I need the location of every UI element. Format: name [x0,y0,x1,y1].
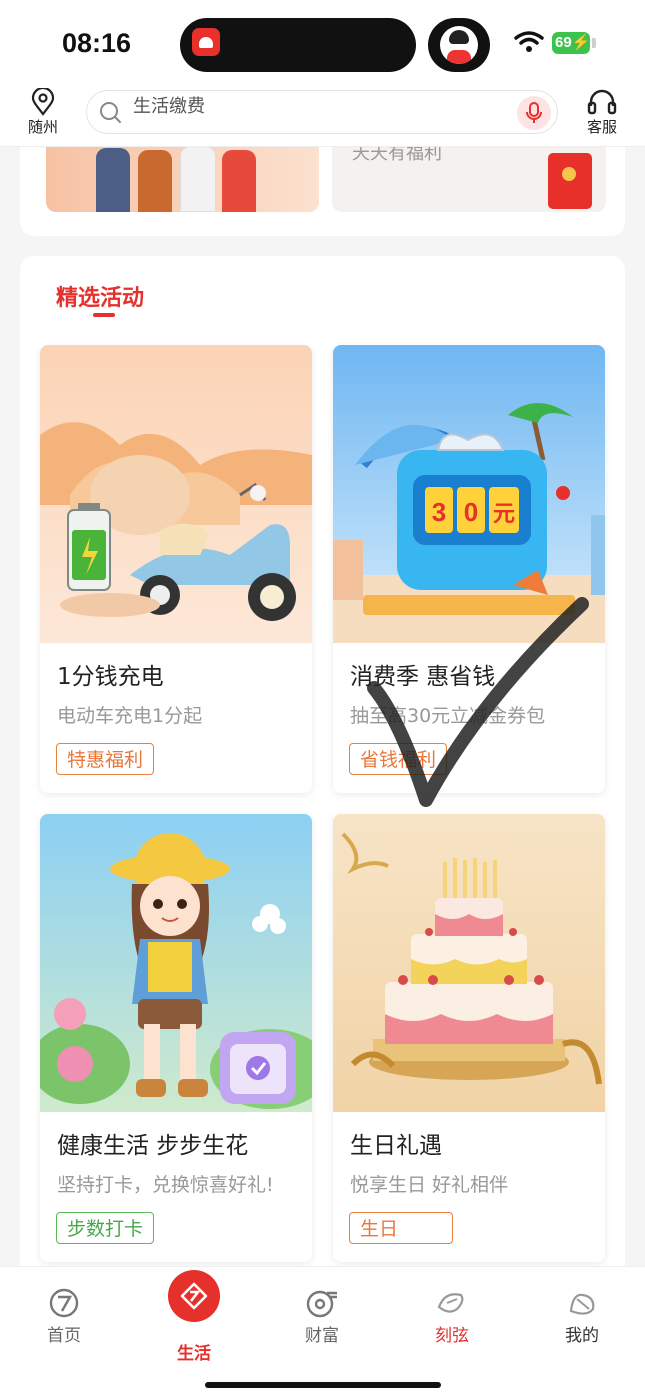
card-title: 生日礼遇 [350,1133,442,1159]
girl-walking-illustration [40,814,312,1112]
title-underline [93,313,115,317]
card-title: 健康生活 步步生花 [57,1133,249,1159]
search-bar[interactable]: 生活缴费 [86,90,558,134]
card-subtitle: 坚持打卡，兑换惊喜好礼! [57,1174,274,1196]
customer-service-button[interactable]: 客服 [582,88,622,137]
top-header: 随州 生活缴费 客服 [0,88,645,147]
card-subtitle: 抽至高30元立减金券包 [350,705,546,727]
card-tag: 生日 [349,1212,453,1244]
service-label: 客服 [586,118,617,136]
search-icon [100,102,121,123]
profile-icon [569,1293,595,1315]
nav-label: 首页 [47,1326,81,1346]
welfare-banner[interactable]: 天天有福利 [332,147,606,212]
nav-wealth[interactable]: 财富 [282,1287,362,1346]
birthday-cake-illustration [333,814,605,1112]
app-icon [192,28,220,56]
svg-text:3: 3 [432,497,446,527]
activity-card-birthday[interactable]: 生日礼遇 悦享生日 好礼相伴 生日 [333,814,605,1262]
bottom-navigation: 首页 生活 财富 刻弦 我的 [0,1266,645,1399]
activity-card-charging[interactable]: 1分钱充电 电动车充电1分起 特惠福利 [40,345,312,793]
svg-text:0: 0 [464,497,478,527]
welfare-banner-text: 天天有福利 [352,147,442,164]
microphone-icon [526,102,542,123]
red-packet-icon [548,153,592,209]
card-subtitle: 悦享生日 好礼相伴 [350,1174,509,1196]
featured-activities-section: 精选活动 1分钱充电 电动车充电1分起 特惠福利 3 0 元 消费季 惠省钱 抽… [20,256,625,1266]
nav-label: 财富 [305,1326,339,1346]
svg-text:元: 元 [493,502,515,527]
wifi-icon [514,31,544,52]
scooter-illustration [40,345,312,643]
card-tag: 特惠福利 [56,743,155,775]
card-tag: 省钱福利 [349,743,448,775]
banner-figure [222,150,256,212]
wealth-icon [306,1290,337,1318]
home-icon [49,1288,79,1318]
search-placeholder: 生活缴费 [133,96,205,117]
nav-label: 刻弦 [435,1326,469,1346]
card-tag: 步数打卡 [56,1212,155,1244]
promo-banner-card: 天天有福利 [20,147,625,236]
nav-label: 我的 [565,1326,599,1346]
headset-icon [587,89,617,115]
brush-icon [437,1293,464,1313]
battery-tip [592,38,596,48]
prize-machine-illustration: 3 0 元 [333,345,605,643]
section-title: 精选活动 [56,286,145,311]
location-pin-icon [31,88,55,116]
banner-figure [96,148,130,212]
battery-indicator: 69⚡ [552,32,590,54]
banner-figure [180,147,216,212]
voice-search-button[interactable] [517,96,551,130]
location-label: 随州 [27,118,58,136]
avatar [428,18,490,72]
home-indicator [205,1382,441,1388]
nav-brush[interactable]: 刻弦 [412,1287,492,1346]
card-title: 1分钱充电 [57,664,164,690]
life-tab-button[interactable] [168,1270,220,1322]
card-subtitle: 电动车充电1分起 [57,705,203,727]
nav-profile[interactable]: 我的 [542,1287,622,1346]
family-banner[interactable] [46,147,319,212]
activity-card-consumption[interactable]: 3 0 元 消费季 惠省钱 抽至高30元立减金券包 省钱福利 [333,345,605,793]
nav-label: 生活 [177,1344,211,1364]
nav-home[interactable]: 首页 [24,1287,104,1346]
activity-card-health[interactable]: 健康生活 步步生花 坚持打卡，兑换惊喜好礼! 步数打卡 [40,814,312,1262]
card-title: 消费季 惠省钱 [350,664,496,690]
status-time: 08:16 [62,28,132,58]
status-bar: 08:16 69⚡ [0,0,645,88]
location-button[interactable]: 随州 [22,88,64,137]
banner-figure [138,150,172,212]
nav-life[interactable]: 生活 [154,1337,234,1364]
life-icon [180,1282,208,1310]
